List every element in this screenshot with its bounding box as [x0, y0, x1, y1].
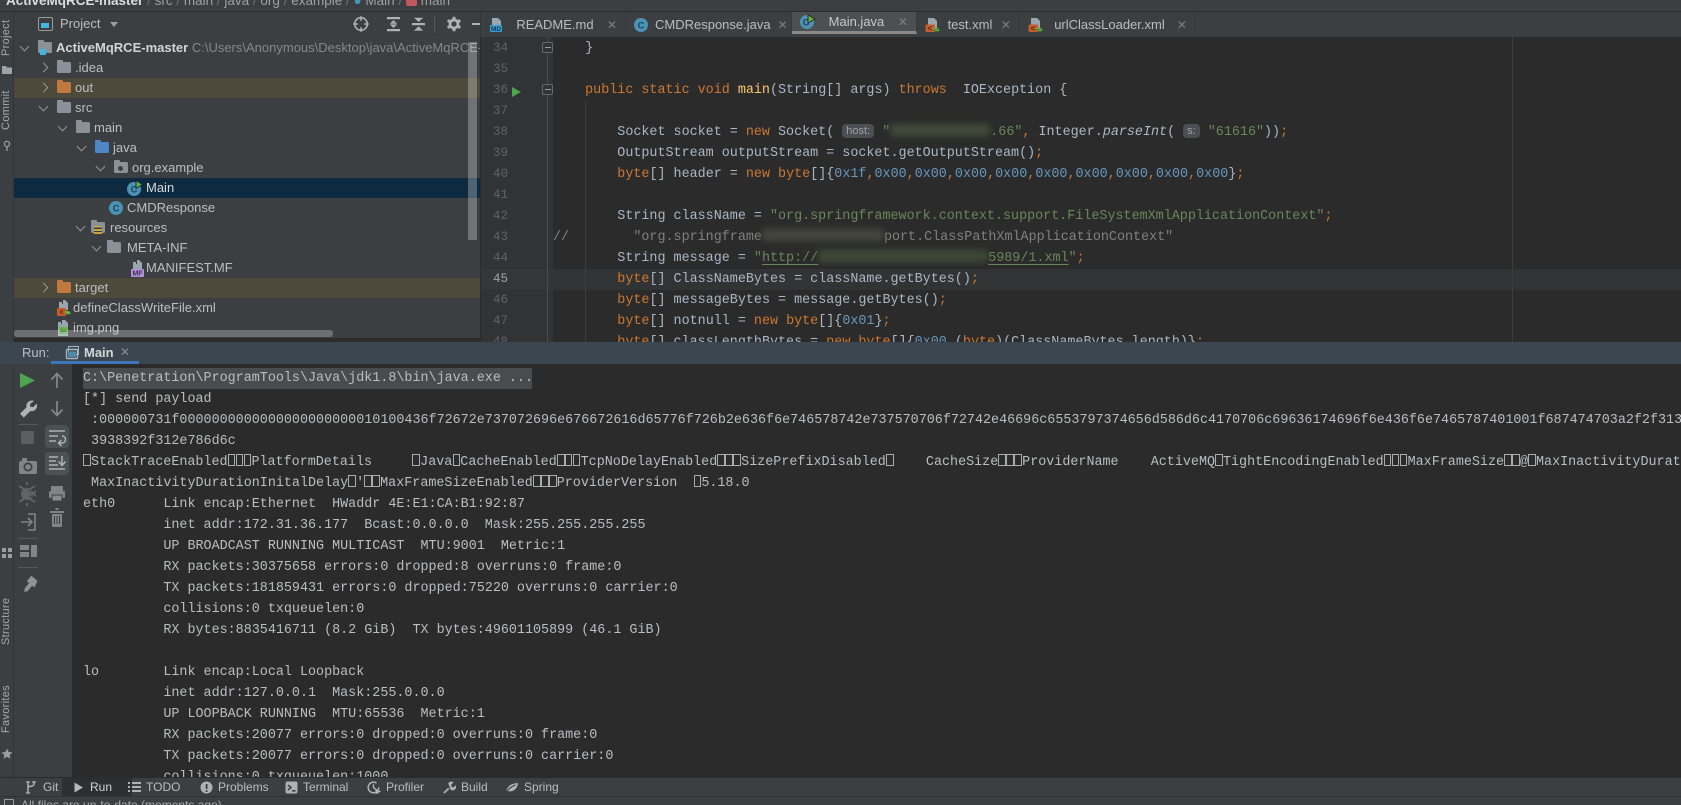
svg-text:C: C: [638, 20, 645, 31]
svg-text:<: <: [59, 310, 63, 317]
svg-text:MF: MF: [132, 271, 143, 278]
svg-text:<: <: [928, 24, 933, 33]
svg-text:C: C: [113, 204, 120, 215]
svg-text:MD: MD: [491, 26, 501, 33]
svg-text:<: <: [1031, 24, 1036, 33]
